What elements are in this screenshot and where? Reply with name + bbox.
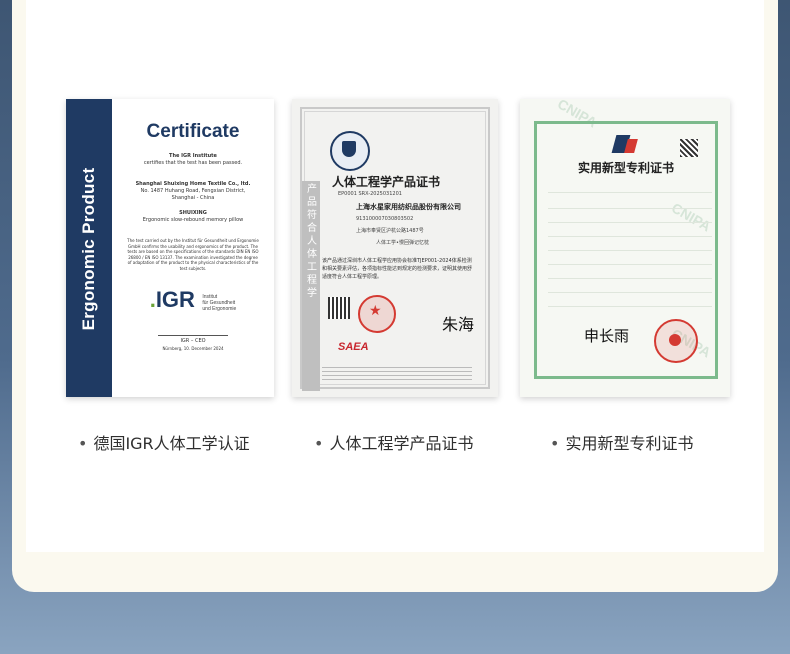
igr-logo: .IGR Institut für Gesundheit und Ergonomie — [149, 287, 237, 312]
company-address: 上海市奉贤区沪杭公路1487号 — [356, 228, 424, 234]
certificate-title: Certificate — [146, 121, 240, 142]
caption-text: 德国IGR人体工学认证 — [93, 434, 250, 453]
bullet-icon: • — [314, 434, 324, 453]
address-line-1: No. 1487 Huhang Road, Fengxian District, — [140, 188, 246, 194]
utility-patent-certificate-image: CNIPA CNIPA CNIPA 实用新型专利证书 申长雨 — [520, 99, 730, 397]
address-line-2: Shanghai - China — [171, 195, 215, 201]
info-row — [548, 259, 712, 265]
red-seal-icon — [358, 295, 396, 333]
info-row — [548, 287, 712, 293]
info-row — [548, 245, 712, 251]
caption-igr: • 德国IGR人体工学认证 — [78, 430, 250, 454]
association-emblem-icon — [330, 131, 370, 171]
company-name: 上海水星家用纺织品股份有限公司 — [356, 202, 461, 211]
issuer-line-1: The IGR Institute — [169, 153, 217, 159]
caption-text: 实用新型专利证书 — [565, 434, 694, 453]
product-name: Ergonomic slow-rebound memory pillow — [142, 217, 244, 223]
brand-name: SHUIXING — [179, 210, 207, 216]
bullet-icon: • — [550, 434, 560, 453]
igr-certificate-image: Ergonomic Product Certificate The IGR In… — [66, 99, 274, 397]
info-row — [548, 273, 712, 279]
footer-fine-print — [322, 367, 472, 381]
signature: 申长雨 — [584, 327, 630, 345]
signature-line — [158, 335, 228, 336]
issuer-line-2: certifies that the test has been passed. — [143, 160, 243, 166]
certificate-body: Certificate The IGR Institute certifies … — [112, 99, 274, 397]
info-row — [548, 301, 712, 307]
info-row — [548, 231, 712, 237]
saea-logo: SAEA — [338, 341, 369, 353]
side-text: Ergonomic Product — [79, 167, 98, 331]
info-row — [548, 187, 712, 193]
caption-patent: • 实用新型专利证书 — [550, 430, 693, 454]
certificate-body-text: 该产品通过深圳市人体工程学应用协会标准TJEP001-2024体系检测和相关要素… — [322, 258, 473, 280]
signature: 朱海 — [442, 315, 475, 334]
certificate-title: 人体工程学产品证书 — [332, 175, 441, 189]
certificate-title: 实用新型专利证书 — [578, 161, 675, 175]
issue-date: Nürnberg, 10. December 2024 — [162, 346, 224, 351]
red-seal-icon — [654, 319, 698, 363]
company-name: Shanghai Shuixing Home Textile Co., ltd. — [135, 181, 251, 187]
credit-code: 913100007030803502 — [356, 216, 414, 222]
caption-text: 人体工程学产品证书 — [329, 434, 474, 453]
qr-code-icon — [328, 297, 350, 319]
caption-ergonomic: • 人体工程学产品证书 — [314, 430, 473, 454]
certificate-number: EP0001 SRX-2025031201 — [338, 191, 402, 197]
ergonomic-product-certificate-image: 产品符合人体工程学 人体工程学产品证书 EP0001 SRX-202503120… — [292, 99, 498, 397]
side-text: 产品符合人体工程学 — [307, 184, 317, 299]
info-row — [548, 217, 712, 223]
info-row — [548, 203, 712, 209]
signer-title: IGR – CEO — [180, 338, 206, 344]
body-text: The test carried out by the Institut für… — [127, 238, 259, 271]
bullet-icon: • — [78, 434, 88, 453]
qr-code-icon — [680, 139, 698, 157]
patent-office-emblem-icon — [611, 133, 640, 155]
product-line: 人体工学•慢回弹记忆枕 — [376, 240, 429, 246]
